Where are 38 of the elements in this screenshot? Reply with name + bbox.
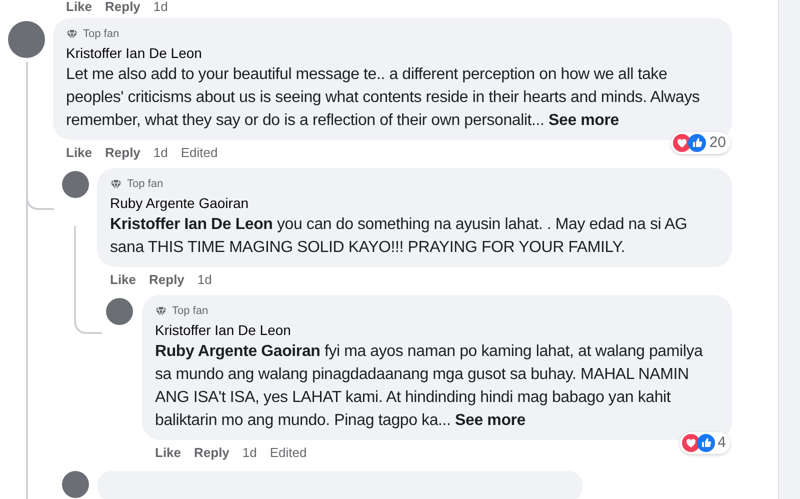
diamond-icon (110, 178, 122, 190)
edited-label: Edited (270, 444, 307, 462)
reaction-number: 20 (709, 132, 726, 153)
timestamp: 1d (242, 444, 257, 462)
like-link[interactable]: Like (110, 270, 136, 290)
reply-link[interactable]: Reply (149, 270, 184, 290)
reaction-number: 4 (718, 432, 726, 453)
top-fan-label: Top fan (172, 304, 208, 319)
timestamp: 1d (197, 271, 212, 290)
reaction-count[interactable]: 20 (671, 132, 730, 154)
comment-text: Kristoffer Ian De Leon you can do something na ayusin lahat. . May edad na si AG sana THIS TIME MAGING SOLID KAYO!!! PRAYING FOR YOUR FAMILY. (110, 215, 688, 258)
thumbs-up-icon (696, 434, 715, 452)
timestamp: 1d (153, 144, 168, 162)
reply-link[interactable]: Reply (105, 143, 140, 163)
avatar[interactable] (62, 471, 89, 498)
comment-text: Ruby Argente Gaoiran fyi ma ayos naman po kaming lahat, at walang pamilya sa mundo ang walang pinagdadaanang mga gusot sa buhay. MAHAL NAMIN ANG ISA't ISA, yes LAHAT kami. At hindinding hindi mag babago yan kahit baliktarin mo ang mundo. Pinag tagpo ka... See more (155, 342, 704, 431)
avatar[interactable] (106, 298, 133, 325)
top-fan-label: Top fan (127, 176, 164, 192)
author-name[interactable]: Kristoffer Ian De Leon (66, 43, 719, 63)
avatar[interactable] (62, 171, 89, 198)
diamond-icon (66, 28, 78, 40)
see-more-link[interactable]: See more (548, 112, 619, 129)
avatar[interactable] (8, 21, 45, 58)
top-fan-label: Top fan (83, 26, 120, 42)
author-name[interactable]: Ruby Argente Gaoiran (110, 193, 719, 213)
comment-text: Let me also add to your beautiful message te.. a different perception on how we all take peoples' criticisms about us is seeing what contents reside in their hearts and minds. Always remember, what they say or do is a reflection of their own personalit... See more (66, 65, 701, 131)
timestamp: 1d (153, 0, 168, 13)
thumbs-up-icon (688, 134, 706, 152)
like-link[interactable]: Like (66, 0, 92, 13)
like-link[interactable]: Like (155, 443, 182, 463)
like-link[interactable]: Like (66, 143, 92, 163)
reaction-count[interactable]: 4 (680, 432, 730, 454)
edited-label: Edited (180, 144, 218, 162)
see-more-link[interactable]: See more (455, 412, 526, 429)
reply-link[interactable]: Reply (105, 0, 140, 13)
diamond-icon (155, 306, 167, 316)
reply-link[interactable]: Reply (194, 443, 230, 463)
author-name[interactable]: Kristoffer Ian De Leon (155, 320, 719, 340)
